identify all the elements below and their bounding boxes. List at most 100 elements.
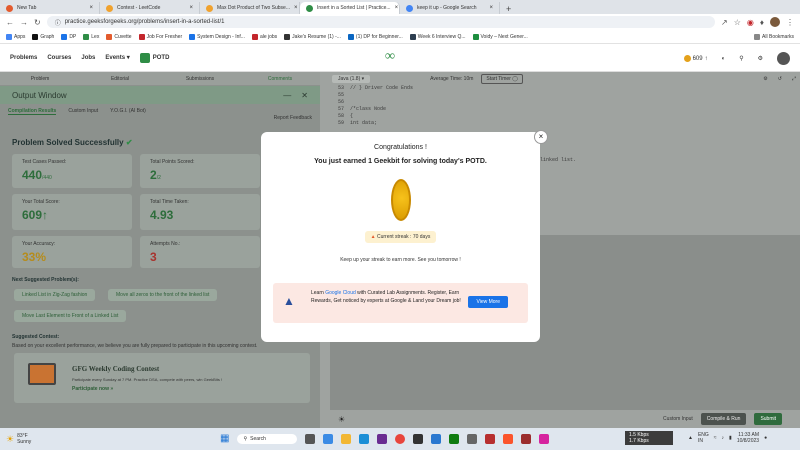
extensions-puzzle-icon[interactable]: ♦ xyxy=(760,18,764,27)
tab-close-icon[interactable]: × xyxy=(89,5,93,11)
app-icon[interactable] xyxy=(467,433,478,444)
app-icon[interactable] xyxy=(485,433,496,444)
suggested-problem-3[interactable]: Move Last Element to Front of a Linked L… xyxy=(14,310,127,322)
search-icon[interactable]: ⚲ xyxy=(739,55,743,62)
browser-tab[interactable]: keep it up - Google Search × xyxy=(400,2,500,14)
output-tabs: Compilation Results Custom Input Y.O.G.I… xyxy=(0,104,320,121)
app-icon[interactable] xyxy=(431,433,442,444)
site-info-icon[interactable]: ⓘ xyxy=(55,18,61,27)
theme-icon[interactable]: ◐ xyxy=(722,56,726,62)
language-select[interactable]: Java (1.8) ▾ xyxy=(332,74,371,83)
tab-custom-input[interactable]: Custom Input xyxy=(68,108,98,114)
contest-card[interactable]: GFG Weekly Coding Contest Participate ev… xyxy=(14,353,310,403)
bookmark-item[interactable]: Job For Fresher xyxy=(138,33,182,40)
tab-compilation-results[interactable]: Compilation Results xyxy=(8,108,57,115)
bookmark-item[interactable]: (1) DP for Beginner... xyxy=(347,33,403,40)
vscode-icon[interactable] xyxy=(377,433,388,444)
url-field[interactable]: ⓘ practice.geeksforgeeks.org/problems/in… xyxy=(46,16,716,28)
all-bookmarks-button[interactable]: All Bookmarks xyxy=(754,33,794,40)
weather-widget[interactable]: ☀ 83°F Sunny xyxy=(6,433,31,445)
notification-bell-icon[interactable]: ⚙ xyxy=(758,55,763,62)
minimize-icon[interactable]: — xyxy=(283,91,291,100)
new-tab-icon[interactable]: + xyxy=(500,4,517,14)
tab-close-icon[interactable]: × xyxy=(189,5,193,11)
edge-icon[interactable] xyxy=(359,433,370,444)
submit-button[interactable]: Submit xyxy=(754,413,782,425)
reload-icon[interactable]: ↻ xyxy=(34,18,41,27)
tab-close-icon[interactable]: × xyxy=(489,5,493,11)
bulb-icon[interactable]: ☀ xyxy=(338,415,345,424)
reset-icon[interactable]: ↺ xyxy=(778,76,782,82)
bookmark-item[interactable]: Cuvette xyxy=(106,33,132,40)
bookmark-item[interactable]: Apps xyxy=(6,33,25,40)
points-label: Total Points Scored: xyxy=(150,159,195,165)
tab-comments[interactable]: Comments xyxy=(240,76,320,82)
widgets-icon[interactable] xyxy=(323,433,334,444)
chevron-up-icon[interactable]: ▲ xyxy=(688,435,693,441)
bookmark-item[interactable]: Graph xyxy=(32,33,54,40)
participate-link[interactable]: Participate now » xyxy=(72,386,113,392)
app-icon[interactable] xyxy=(521,433,532,444)
modal-close-button[interactable]: × xyxy=(534,130,548,144)
app-icon[interactable] xyxy=(413,433,424,444)
report-feedback-link[interactable]: Report Feedback xyxy=(274,115,312,121)
google-cloud-ad[interactable]: ▲ Learn Google Cloud with Curated Lab As… xyxy=(273,283,528,323)
suggested-problem-2[interactable]: Move all zeros to the front of the linke… xyxy=(108,289,218,301)
start-timer-button[interactable]: Start Timer ◯ xyxy=(481,73,523,84)
tab-yogi[interactable]: Y.O.G.I. (AI Bot) xyxy=(110,108,146,114)
nav-events[interactable]: Events ▾ xyxy=(105,54,129,61)
compile-run-button[interactable]: Compile & Run xyxy=(700,413,747,425)
extension-icon[interactable]: ◉ xyxy=(747,18,754,27)
chrome-icon[interactable] xyxy=(395,433,406,444)
bookmark-item[interactable]: DP xyxy=(61,33,76,40)
expand-icon[interactable]: ⤢ xyxy=(792,76,796,82)
notification-icon[interactable]: ● xyxy=(764,435,767,441)
profile-avatar[interactable] xyxy=(770,17,780,27)
bookmark-item[interactable]: ale jobs xyxy=(251,33,277,40)
accuracy-label: Your Accuracy: xyxy=(22,241,56,247)
nav-potd[interactable]: POTD xyxy=(139,52,169,63)
browser-tab[interactable]: Contest - LeetCode × xyxy=(100,2,200,14)
battery-icon[interactable]: ▮ xyxy=(729,435,732,441)
nav-problems[interactable]: Problems xyxy=(10,55,37,61)
nav-courses[interactable]: Courses xyxy=(47,55,71,61)
close-icon[interactable]: ✕ xyxy=(301,91,308,100)
bookmark-item[interactable]: System Design - Inf... xyxy=(189,33,245,40)
menu-dots-icon[interactable]: ⋮ xyxy=(786,18,794,27)
tab-close-icon[interactable]: × xyxy=(294,5,298,11)
back-icon[interactable]: ← xyxy=(6,18,14,27)
suggested-problem-1[interactable]: Linked List in Zig-Zag fashion xyxy=(14,289,96,301)
custom-input-link[interactable]: Custom Input xyxy=(663,416,693,422)
timer-settings-icon[interactable]: ⚙ xyxy=(763,76,767,82)
forward-icon[interactable]: → xyxy=(20,18,28,27)
geekbits-counter[interactable]: 609 ↑ xyxy=(683,55,708,62)
brave-icon[interactable] xyxy=(503,433,514,444)
share-icon[interactable]: ↗ xyxy=(721,18,728,27)
wifi-icon[interactable]: ≈ xyxy=(714,435,717,441)
bookmark-item[interactable]: Voidy – Next Gener... xyxy=(472,33,528,40)
language-indicator[interactable]: ENG IN xyxy=(698,432,709,444)
taskbar-search[interactable]: ⚲ Search xyxy=(237,433,298,444)
windows-start-icon[interactable]: ▦ xyxy=(220,433,229,444)
user-avatar[interactable] xyxy=(777,52,790,65)
volume-icon[interactable]: ♪ xyxy=(722,435,725,441)
gfg-logo[interactable]: ∞ xyxy=(385,49,415,67)
browser-tab[interactable]: New Tab × xyxy=(0,2,100,14)
clock[interactable]: 11:33 AM 10/8/2023 xyxy=(737,432,759,444)
instagram-icon[interactable] xyxy=(539,433,550,444)
bookmark-star-icon[interactable]: ☆ xyxy=(734,18,741,27)
tab-problem[interactable]: Problem xyxy=(0,76,80,82)
file-explorer-icon[interactable] xyxy=(341,433,352,444)
bookmark-item[interactable]: Jake's Resume (1) -... xyxy=(284,33,341,40)
task-view-icon[interactable] xyxy=(305,433,316,444)
browser-tab[interactable]: Insert in a Sorted List | Practice... × xyxy=(300,2,400,14)
tab-close-icon[interactable]: × xyxy=(395,5,399,11)
view-more-button[interactable]: View More xyxy=(468,296,508,308)
tab-submissions[interactable]: Submissions xyxy=(160,76,240,82)
xbox-icon[interactable] xyxy=(449,433,460,444)
browser-tab[interactable]: Max Dot Product of Two Subse... × xyxy=(200,2,300,14)
tab-editorial[interactable]: Editorial xyxy=(80,76,160,82)
nav-jobs[interactable]: Jobs xyxy=(81,55,95,61)
bookmark-item[interactable]: Week 6 Interview Q... xyxy=(409,33,466,40)
bookmark-item[interactable]: Lex xyxy=(83,33,99,40)
